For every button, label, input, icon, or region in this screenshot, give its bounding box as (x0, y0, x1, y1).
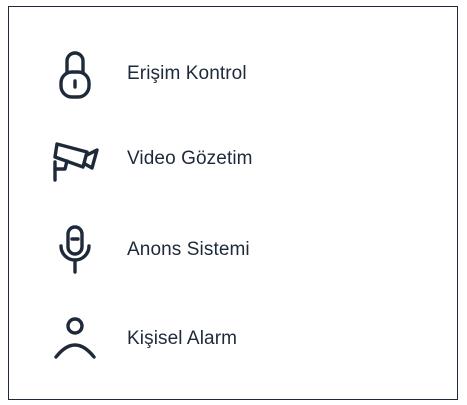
menu-item-video-surveillance[interactable]: Video Gözetim (9, 129, 449, 189)
services-menu-panel: Erişim Kontrol Video Gözetim Anons Siste… (8, 6, 458, 400)
padlock-icon (49, 44, 101, 104)
person-icon (49, 309, 101, 369)
security-camera-icon (49, 129, 101, 189)
menu-item-announcement-system[interactable]: Anons Sistemi (9, 220, 449, 280)
menu-item-label: Erişim Kontrol (127, 63, 247, 84)
menu-item-access-control[interactable]: Erişim Kontrol (9, 44, 449, 104)
microphone-icon (49, 220, 101, 280)
menu-item-label: Video Gözetim (127, 148, 253, 169)
menu-item-label: Kişisel Alarm (127, 328, 238, 349)
menu-item-personal-alarm[interactable]: Kişisel Alarm (9, 309, 449, 369)
menu-item-label: Anons Sistemi (127, 239, 250, 260)
